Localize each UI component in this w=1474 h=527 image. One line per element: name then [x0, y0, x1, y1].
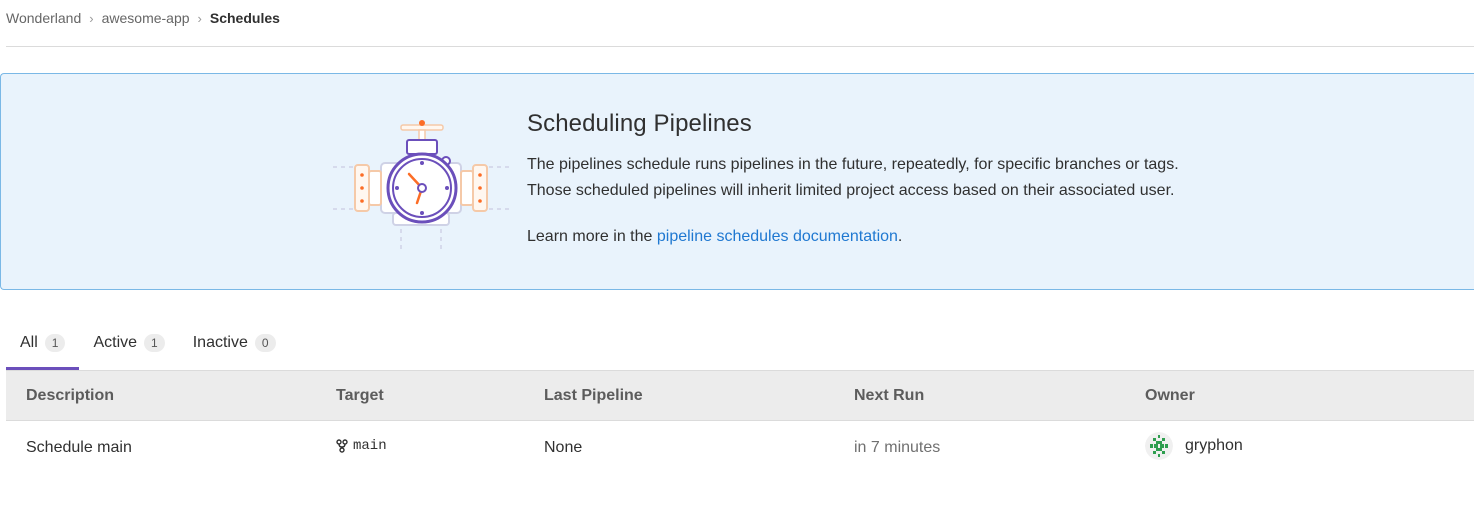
breadcrumb: Wonderland › awesome-app › Schedules	[6, 0, 1474, 47]
target-cell: main	[336, 438, 544, 458]
schedule-description: Schedule main	[26, 439, 132, 456]
schedules-table: Description Target Last Pipeline Next Ru…	[6, 370, 1474, 475]
learn-more-prefix: Learn more in the	[527, 228, 657, 245]
fork-icon	[336, 439, 348, 453]
header-owner: Owner	[1145, 386, 1195, 404]
next-run: in 7 minutes	[854, 439, 941, 456]
header-description: Description	[26, 386, 115, 404]
chevron-right-icon: ›	[197, 10, 202, 26]
chevron-right-icon: ›	[89, 10, 94, 26]
owner-cell: gryphon	[1145, 431, 1445, 465]
header-last-pipeline: Last Pipeline	[544, 386, 643, 404]
learn-more-suffix: .	[897, 228, 903, 245]
breadcrumb-current[interactable]: Schedules	[210, 10, 280, 26]
tab-all-label: All	[20, 333, 38, 351]
header-next-run: Next Run	[854, 386, 925, 404]
header-target: Target	[336, 386, 384, 404]
empty-state-callout: Scheduling Pipelines The pipelines sched…	[0, 73, 1474, 290]
callout-body: The pipelines schedule runs pipelines in…	[527, 152, 1427, 250]
callout-description-line-1: The pipelines schedule runs pipelines in…	[527, 156, 1179, 173]
pipeline-schedule-illustration	[333, 119, 509, 249]
tab-inactive-count-badge: 0	[254, 333, 276, 352]
table-row: Schedule main main None in 7 minutes gry…	[6, 421, 1474, 475]
avatar	[1145, 431, 1173, 460]
learn-more-text: Learn more in the pipeline schedules doc…	[527, 224, 1427, 250]
breadcrumb-item-wonderland[interactable]: Wonderland	[6, 10, 81, 26]
owner-link[interactable]: gryphon	[1145, 431, 1243, 460]
tab-active[interactable]: Active 1	[79, 318, 178, 370]
schedule-filter-tabs: All 1 Active 1 Inactive 0	[6, 318, 290, 370]
last-pipeline: None	[544, 439, 583, 456]
tab-inactive[interactable]: Inactive 0	[179, 318, 290, 370]
callout-title: Scheduling Pipelines	[527, 110, 752, 137]
tab-active-label: Active	[93, 333, 138, 351]
breadcrumb-item-awesome-app[interactable]: awesome-app	[102, 10, 190, 26]
target-branch-name: main	[353, 438, 387, 454]
tab-active-count-badge: 1	[144, 333, 165, 352]
table-header: Description Target Last Pipeline Next Ru…	[6, 370, 1474, 421]
tab-all-count-badge: 1	[44, 333, 66, 352]
target-branch[interactable]: main	[336, 438, 387, 454]
tab-all[interactable]: All 1	[6, 318, 80, 370]
pipeline-schedules-documentation-link[interactable]: pipeline schedules documentation	[657, 228, 898, 245]
callout-description-line-2: Those scheduled pipelines will inherit l…	[527, 182, 1175, 199]
tab-inactive-label: Inactive	[192, 333, 248, 351]
owner-name: gryphon	[1185, 436, 1243, 454]
